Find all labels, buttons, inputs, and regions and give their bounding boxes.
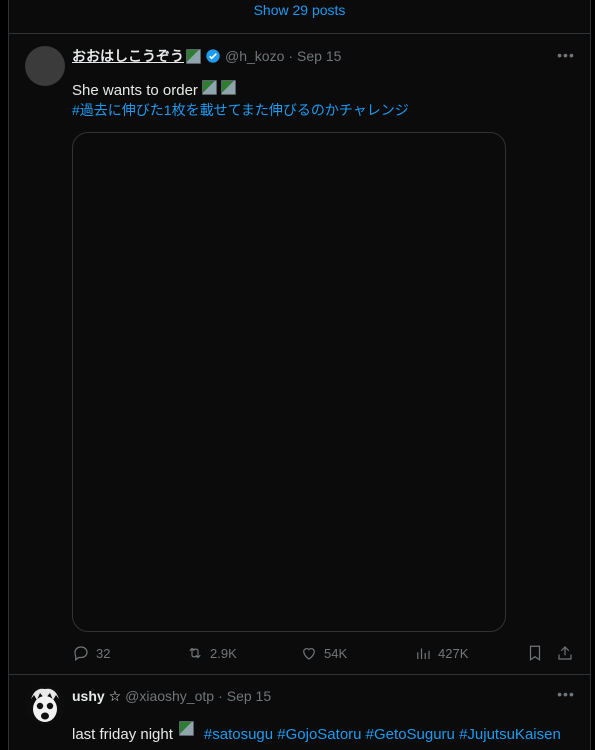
handle[interactable]: @h_kozo: [225, 48, 284, 64]
bookmark-icon: [529, 645, 541, 661]
repost-icon: [189, 647, 201, 659]
like-button[interactable]: 54K: [300, 644, 347, 662]
reply-button[interactable]: 32: [72, 644, 110, 662]
tweet[interactable]: ushy ☆ @xiaoshy_otp · Sep 15 ••• last fr…: [9, 675, 590, 750]
tweet-header: ushy ☆ @xiaoshy_otp · Sep 15: [72, 686, 574, 706]
tweet[interactable]: おおはしこうぞう @h_kozo · Sep 15 ••• She wants …: [9, 34, 590, 675]
tweet-text-body: last friday night: [72, 725, 173, 743]
avatar-drawing: [25, 685, 65, 725]
share-icon: [558, 646, 572, 660]
tweet-header: おおはしこうぞう @h_kozo · Sep 15: [72, 46, 574, 66]
views-icon: [417, 648, 430, 659]
like-icon: [303, 648, 315, 660]
tweet-text: last friday night #satosugu #GojoSatoru …: [72, 721, 574, 748]
show-posts-label[interactable]: Show 29 posts: [254, 2, 346, 18]
share-button[interactable]: [556, 644, 574, 662]
reply-count: 32: [96, 645, 111, 661]
emoji-image-icon: [201, 80, 217, 95]
avatar[interactable]: [25, 685, 65, 725]
display-name[interactable]: ushy ☆: [72, 688, 121, 705]
verified-badge-icon: [206, 49, 220, 63]
separator: ·: [288, 48, 294, 64]
separator: ·: [218, 688, 223, 704]
hashtag-link[interactable]: #過去に伸びた1枚を載せてまた伸びるのかチャレンジ: [72, 100, 574, 120]
more-icon[interactable]: •••: [554, 687, 578, 707]
show-posts-link[interactable]: Show 29 posts: [9, 0, 590, 34]
emoji-image-icon: [178, 721, 194, 736]
tweet-text-body: She wants to order: [72, 82, 198, 99]
avatar[interactable]: [25, 46, 65, 86]
like-count: 54K: [324, 645, 348, 661]
action-bar: 32 2.9K 54K 427K: [72, 644, 578, 664]
repost-count: 2.9K: [210, 645, 237, 661]
more-icon[interactable]: •••: [554, 48, 578, 68]
emoji-image-icon: [186, 48, 201, 64]
display-name[interactable]: おおはしこうぞう: [72, 46, 184, 66]
timeline: Show 29 posts おおはしこうぞう @h_kozo · Sep 15 …: [8, 0, 591, 750]
tweet-date[interactable]: Sep 15: [227, 688, 271, 704]
tweet-text: She wants to order: [72, 80, 574, 101]
views-count: 427K: [438, 645, 469, 661]
tweet-date[interactable]: Sep 15: [297, 48, 341, 64]
views-button[interactable]: 427K: [414, 644, 468, 662]
handle[interactable]: @xiaoshy_otp: [125, 688, 214, 704]
bookmark-button[interactable]: [526, 644, 544, 662]
media-attachment[interactable]: [72, 132, 506, 632]
hashtag-links[interactable]: #satosugu #GojoSatoru #GetoSuguru #Jujut…: [204, 725, 561, 745]
reply-icon: [74, 646, 88, 661]
repost-button[interactable]: 2.9K: [186, 644, 237, 662]
emoji-image-icon: [220, 80, 236, 95]
